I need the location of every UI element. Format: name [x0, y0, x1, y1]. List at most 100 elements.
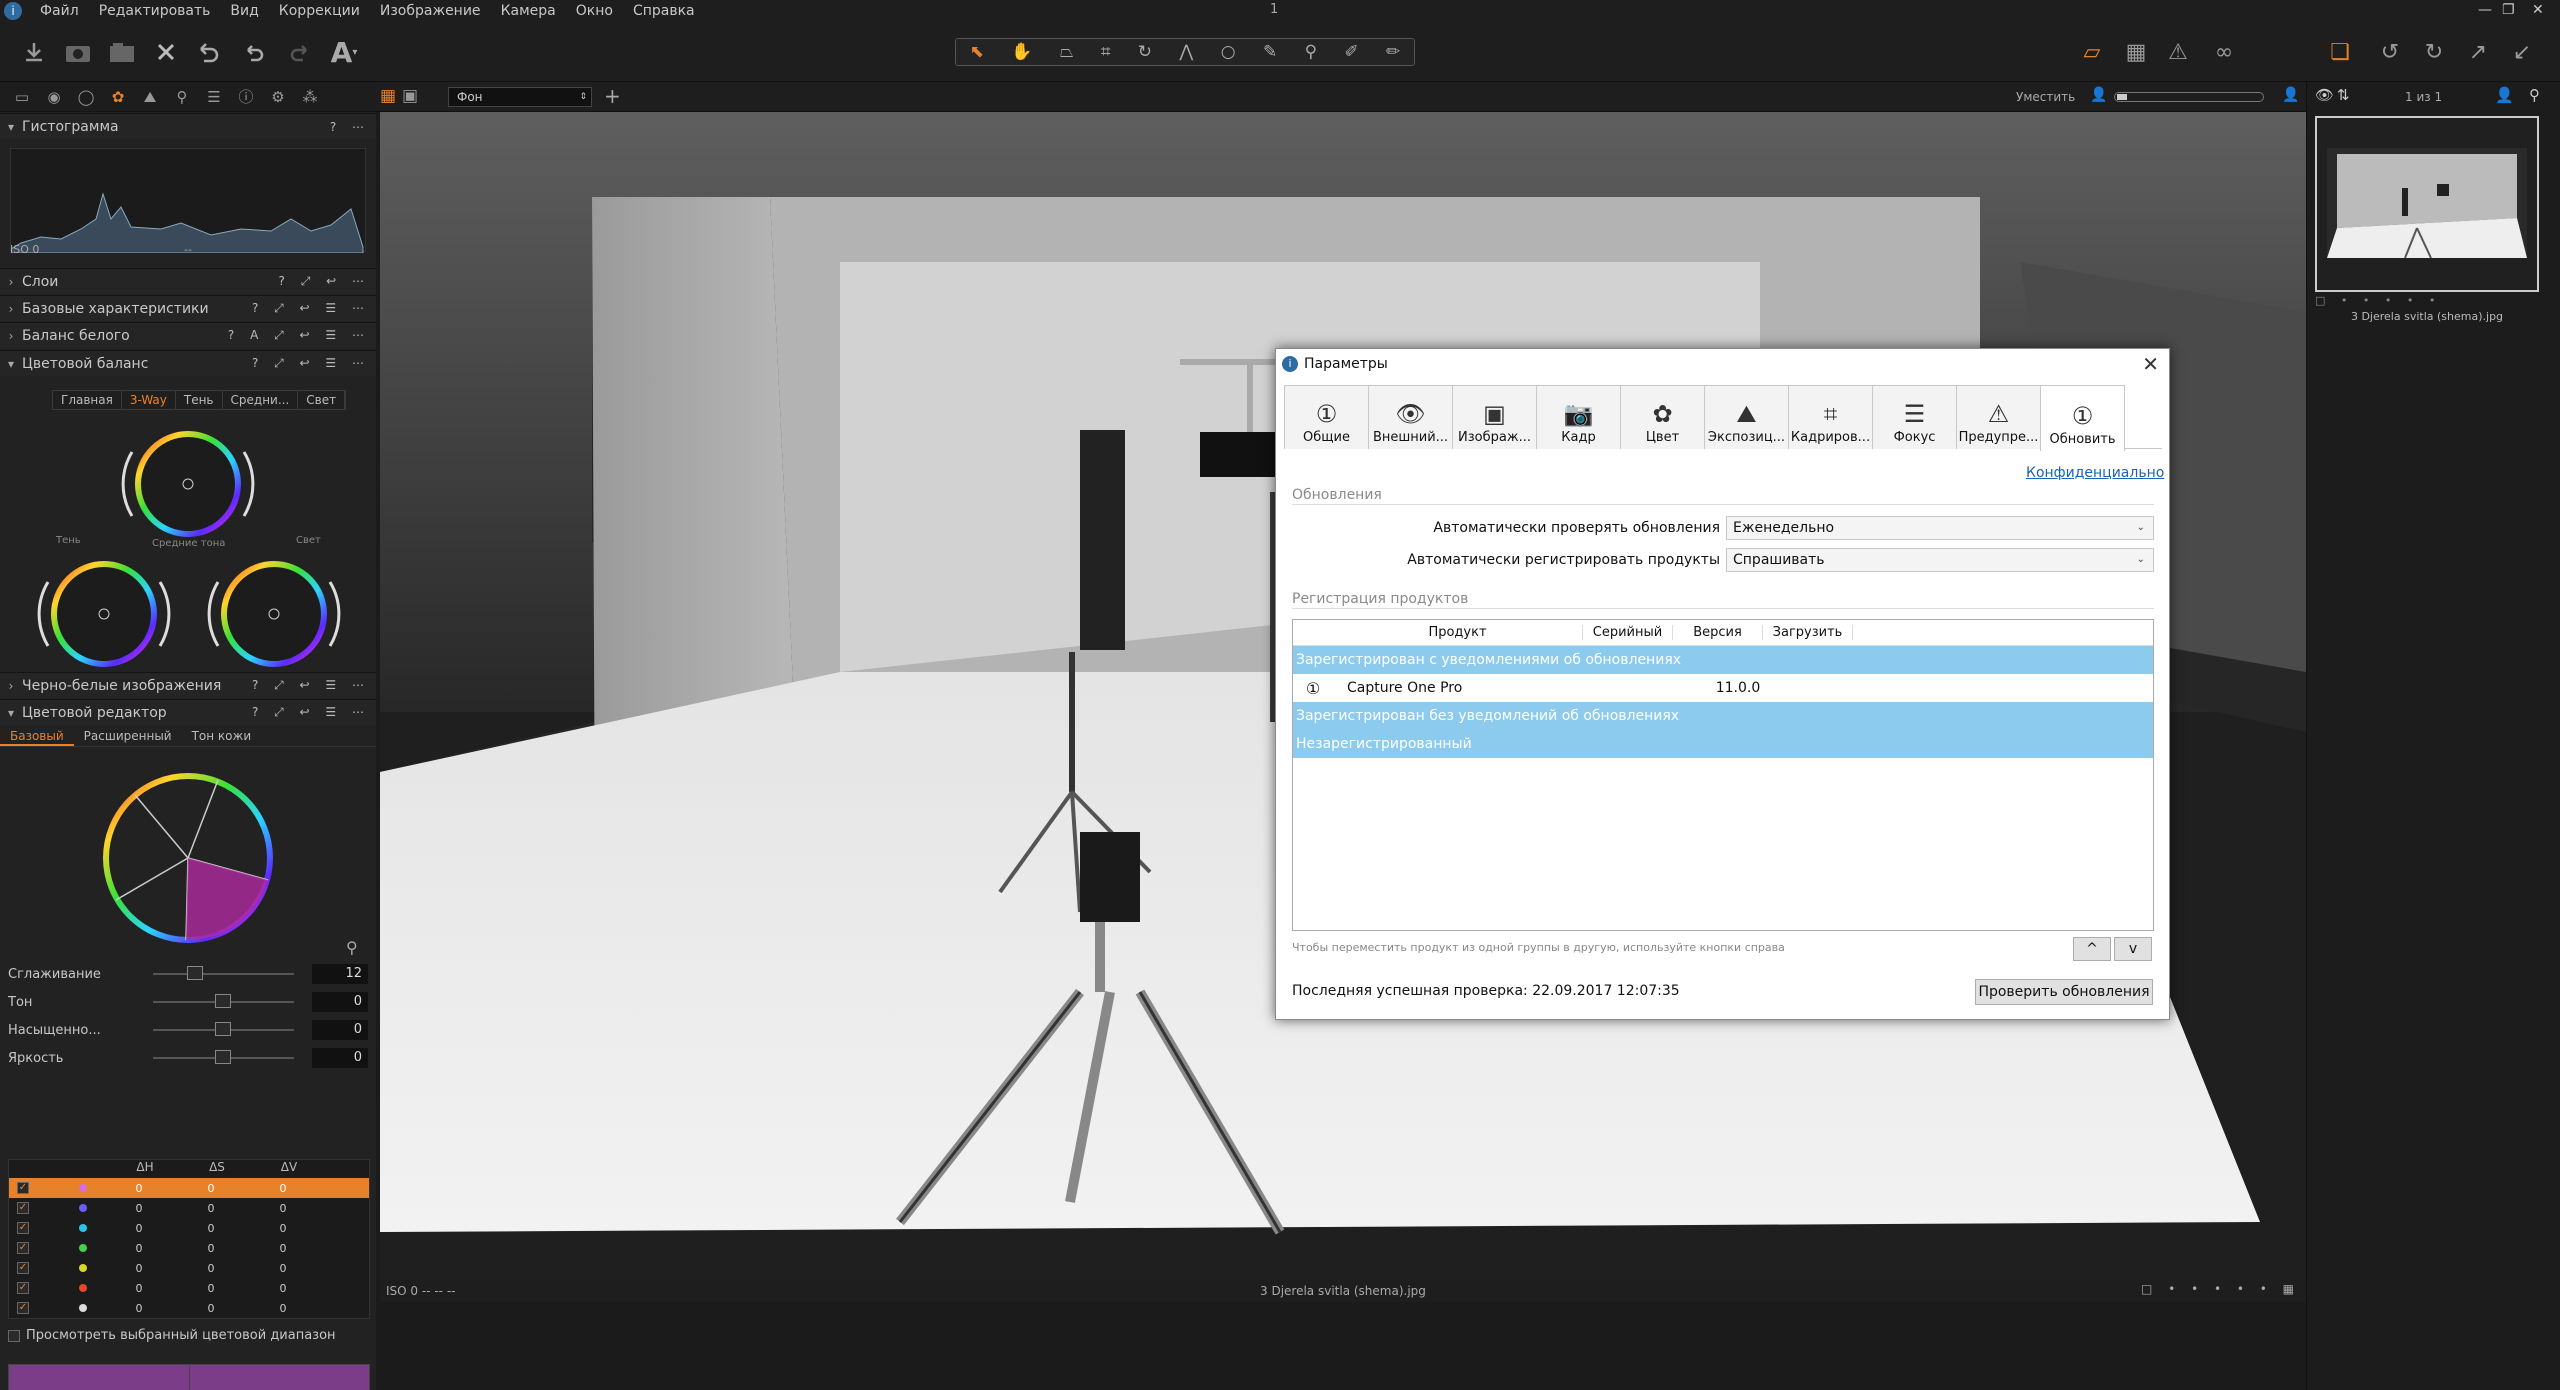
group-registered-no-notify[interactable]: Зарегистрирован без уведомлений об обнов…	[1293, 702, 2153, 730]
smoothness-slider[interactable]: Сглаживание 12	[8, 962, 369, 986]
brush-icon[interactable]: ✎	[1263, 42, 1277, 62]
thumb-rating[interactable]: □ • • • • •	[2315, 294, 2441, 307]
slider-track[interactable]	[153, 1050, 294, 1064]
details-tab-icon[interactable]: ⚲	[166, 85, 198, 109]
output-tab-icon[interactable]: ⚙	[262, 85, 294, 109]
menu-adjustments[interactable]: Коррекции	[269, 0, 370, 22]
col-product[interactable]: Продукт	[1333, 625, 1583, 640]
lens-tab-icon[interactable]: ◯	[70, 85, 102, 109]
row-checkbox[interactable]: ✓	[17, 1182, 29, 1194]
panel-controls[interactable]: ? ⋯	[330, 120, 370, 134]
tab-master[interactable]: Главная	[53, 391, 122, 409]
menu-window[interactable]: Окно	[566, 0, 623, 22]
slider-track[interactable]	[153, 1022, 294, 1036]
import-icon[interactable]	[16, 34, 52, 70]
search-icon[interactable]: ⚲	[2529, 86, 2540, 104]
slider-knob[interactable]	[215, 1050, 232, 1064]
histogram-header[interactable]: ▾ Гистограмма ? ⋯	[0, 113, 376, 139]
multi-view-icon[interactable]: ▦	[380, 86, 396, 106]
annotate-icon[interactable]: ✏	[1386, 42, 1400, 62]
group-unregistered[interactable]: Незарегистрированный	[1293, 730, 2153, 758]
menu-image[interactable]: Изображение	[370, 0, 491, 22]
auto-register-select[interactable]: Спрашивать ⌄	[1726, 548, 2154, 572]
sets-icon[interactable]: ❏	[2322, 34, 2358, 70]
lightness-slider[interactable]: Яркость 0	[8, 1046, 369, 1070]
eyedropper-tool-icon[interactable]: ⚲	[346, 938, 358, 957]
slider-value[interactable]: 0	[311, 1020, 369, 1040]
maximize-icon[interactable]: ❐	[2502, 2, 2515, 18]
slider-value[interactable]: 12	[311, 964, 369, 984]
delete-icon[interactable]	[148, 34, 184, 70]
crop-icon[interactable]: ⌗	[1101, 42, 1111, 62]
basic-header[interactable]: › Базовые характеристики ? ⤢ ↩ ☰ ⋯	[0, 295, 376, 321]
exposure-warning-icon[interactable]: ⚠	[2160, 34, 2196, 70]
layers-header[interactable]: › Слои ? ⤢ ↩ ⋯	[0, 268, 376, 294]
privacy-link[interactable]: Конфиденциально	[2026, 465, 2164, 481]
undo-icon[interactable]	[236, 34, 272, 70]
menu-help[interactable]: Справка	[623, 0, 705, 22]
batch-tab-icon[interactable]: ⁂	[294, 85, 326, 109]
midtone-color-wheel[interactable]	[118, 422, 262, 546]
panel-controls[interactable]: ? ⤢ ↩ ☰ ⋯	[252, 678, 370, 693]
undo-all-icon[interactable]	[190, 34, 226, 70]
keystone-icon[interactable]: ⏢	[1060, 42, 1074, 62]
slider-value[interactable]: 0	[311, 1048, 369, 1068]
tab-3[interactable]: 📷 Кадр	[1536, 385, 1621, 449]
col-download[interactable]: Загрузить	[1763, 625, 1853, 640]
exposure-tab-icon[interactable]: ⛰	[134, 85, 166, 109]
row-checkbox[interactable]: ✓	[17, 1262, 29, 1274]
color-tab-icon[interactable]: ✿	[102, 85, 134, 109]
tab-skin-tone[interactable]: Тон кожи	[182, 727, 262, 746]
color-balance-header[interactable]: ▾ Цветовой баланс ? ⤢ ↩ ☰ ⋯	[0, 350, 376, 376]
tab-4[interactable]: ✿ Цвет	[1620, 385, 1705, 449]
saturation-slider[interactable]: Насыщенно... 0	[8, 1018, 369, 1042]
menu-camera[interactable]: Камера	[491, 0, 566, 22]
panel-controls[interactable]: ? A ⤢ ↩ ☰ ⋯	[228, 328, 370, 343]
slider-knob[interactable]	[215, 1022, 232, 1036]
eye-icon[interactable]: 👁	[2315, 86, 2334, 104]
select-cursor-icon[interactable]: ⬉	[970, 42, 984, 62]
tab-basic[interactable]: Базовый	[0, 727, 74, 746]
slider-track[interactable]	[153, 966, 294, 980]
tab-0[interactable]: ① Общие	[1284, 385, 1369, 449]
capture-icon[interactable]	[60, 34, 96, 70]
table-row[interactable]: ✓ 0 0 0	[9, 1218, 369, 1238]
hue-slider[interactable]: Тон 0	[8, 990, 369, 1014]
row-checkbox[interactable]: ✓	[17, 1202, 29, 1214]
spot-icon[interactable]: ○	[1221, 42, 1236, 62]
view-range-checkbox[interactable]	[8, 1329, 20, 1342]
tab-6[interactable]: ⌗ Кадриров...	[1788, 385, 1873, 449]
grid-icon[interactable]: ▦	[2118, 34, 2154, 70]
footer-rating-dots[interactable]: □ • • • • • ▦	[2141, 1282, 2300, 1296]
redo-icon[interactable]	[282, 34, 318, 70]
table-row[interactable]: ✓ 0 0 0	[9, 1178, 369, 1198]
auto-check-select[interactable]: Еженедельно ⌄	[1726, 516, 2154, 540]
process-icon[interactable]	[104, 34, 140, 70]
tab-8[interactable]: ⚠ Предупре...	[1956, 385, 2041, 449]
rotate-left-icon[interactable]: ↺	[2372, 34, 2408, 70]
row-checkbox[interactable]: ✓	[17, 1242, 29, 1254]
white-balance-header[interactable]: › Баланс белого ? A ⤢ ↩ ☰ ⋯	[0, 322, 376, 348]
check-updates-button[interactable]: Проверить обновления	[1975, 979, 2153, 1005]
picker-icon[interactable]: ✐	[1344, 42, 1358, 62]
row-checkbox[interactable]: ✓	[17, 1282, 29, 1294]
tab-1[interactable]: 👁 Внешний...	[1368, 385, 1453, 449]
library-tab-icon[interactable]: ▭	[6, 85, 38, 109]
eyedropper-icon[interactable]: ⚲	[1305, 42, 1317, 62]
slider-track[interactable]	[153, 994, 294, 1008]
panel-controls[interactable]: ? ⤢ ↩ ⋯	[279, 274, 370, 289]
tab-advanced[interactable]: Расширенный	[74, 727, 182, 746]
tab-3way[interactable]: 3-Way	[122, 391, 176, 409]
menu-file[interactable]: Файл	[30, 0, 89, 22]
tab-2[interactable]: ▣ Изображ...	[1452, 385, 1537, 449]
shadow-color-wheel[interactable]	[34, 552, 178, 676]
table-row[interactable]: ✓ 0 0 0	[9, 1258, 369, 1278]
panel-controls[interactable]: ? ⤢ ↩ ☰ ⋯	[252, 301, 370, 316]
sort-icon[interactable]: ⇅	[2337, 86, 2350, 104]
color-editor-wheel[interactable]	[100, 770, 280, 950]
layer-select[interactable]: Фон ⇕	[448, 87, 592, 107]
zoom-slider[interactable]	[2114, 92, 2264, 102]
tab-5[interactable]: ⛰ Экспозиц...	[1704, 385, 1789, 449]
row-checkbox[interactable]: ✓	[17, 1302, 29, 1314]
rotate-icon[interactable]: ↻	[1138, 42, 1152, 62]
